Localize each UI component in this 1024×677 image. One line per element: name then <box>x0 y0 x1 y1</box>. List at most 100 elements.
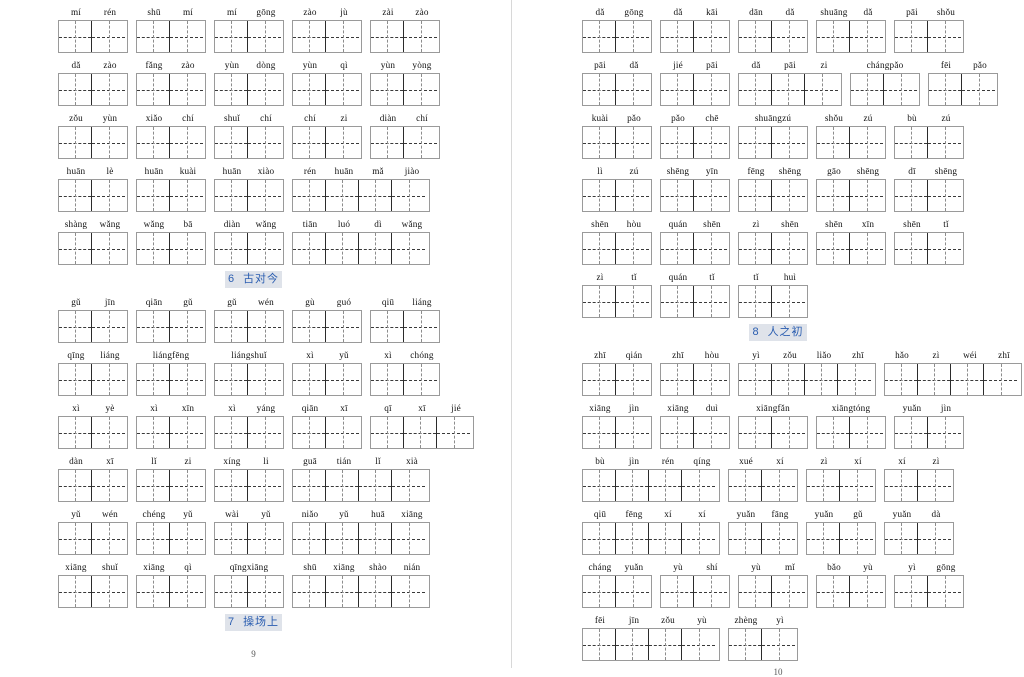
grid-cell[interactable] <box>772 21 805 52</box>
grid-cell[interactable] <box>918 364 951 395</box>
character-grid[interactable] <box>728 469 798 502</box>
grid-cell[interactable] <box>248 127 281 158</box>
grid-cell[interactable] <box>762 629 795 660</box>
character-grid[interactable] <box>136 522 206 555</box>
character-grid[interactable] <box>214 363 284 396</box>
grid-cell[interactable] <box>682 470 715 501</box>
grid-cell[interactable] <box>215 417 248 448</box>
grid-cell[interactable] <box>616 286 649 317</box>
grid-cell[interactable] <box>729 523 762 554</box>
character-grid[interactable] <box>806 522 876 555</box>
character-grid[interactable] <box>58 179 128 212</box>
grid-cell[interactable] <box>293 417 326 448</box>
grid-cell[interactable] <box>293 470 326 501</box>
grid-cell[interactable] <box>895 127 928 158</box>
grid-cell[interactable] <box>371 311 404 342</box>
grid-cell[interactable] <box>616 470 649 501</box>
character-grid[interactable] <box>370 310 440 343</box>
character-grid[interactable] <box>738 20 808 53</box>
character-grid[interactable] <box>136 469 206 502</box>
grid-cell[interactable] <box>895 233 928 264</box>
grid-cell[interactable] <box>649 470 682 501</box>
grid-cell[interactable] <box>661 180 694 211</box>
grid-cell[interactable] <box>293 74 326 105</box>
grid-cell[interactable] <box>137 523 170 554</box>
grid-cell[interactable] <box>694 74 727 105</box>
character-grid[interactable] <box>214 126 284 159</box>
character-grid[interactable] <box>58 575 128 608</box>
character-grid[interactable] <box>214 232 284 265</box>
character-grid[interactable] <box>58 126 128 159</box>
grid-cell[interactable] <box>170 470 203 501</box>
grid-cell[interactable] <box>215 576 248 607</box>
character-grid[interactable] <box>370 126 440 159</box>
grid-cell[interactable] <box>248 417 281 448</box>
character-grid[interactable] <box>136 232 206 265</box>
grid-cell[interactable] <box>895 21 928 52</box>
character-grid[interactable] <box>728 628 798 661</box>
character-grid[interactable] <box>582 575 652 608</box>
character-grid[interactable] <box>58 232 128 265</box>
character-grid[interactable] <box>582 522 720 555</box>
grid-cell[interactable] <box>649 523 682 554</box>
grid-cell[interactable] <box>59 576 92 607</box>
grid-cell[interactable] <box>583 127 616 158</box>
grid-cell[interactable] <box>772 286 805 317</box>
grid-cell[interactable] <box>59 364 92 395</box>
character-grid[interactable] <box>58 20 128 53</box>
character-grid[interactable] <box>582 20 652 53</box>
character-grid[interactable] <box>136 73 206 106</box>
character-grid[interactable] <box>582 73 652 106</box>
grid-cell[interactable] <box>404 21 437 52</box>
character-grid[interactable] <box>136 179 206 212</box>
grid-cell[interactable] <box>682 629 715 660</box>
grid-cell[interactable] <box>215 470 248 501</box>
character-grid[interactable] <box>214 179 284 212</box>
grid-cell[interactable] <box>817 233 850 264</box>
character-grid[interactable] <box>136 363 206 396</box>
character-grid[interactable] <box>738 285 808 318</box>
grid-cell[interactable] <box>661 364 694 395</box>
grid-cell[interactable] <box>215 180 248 211</box>
grid-cell[interactable] <box>918 523 951 554</box>
grid-cell[interactable] <box>170 364 203 395</box>
grid-cell[interactable] <box>59 470 92 501</box>
character-grid[interactable] <box>58 73 128 106</box>
grid-cell[interactable] <box>170 233 203 264</box>
grid-cell[interactable] <box>92 127 125 158</box>
grid-cell[interactable] <box>326 311 359 342</box>
grid-cell[interactable] <box>850 21 883 52</box>
grid-cell[interactable] <box>59 180 92 211</box>
character-grid[interactable] <box>214 20 284 53</box>
grid-cell[interactable] <box>583 74 616 105</box>
grid-cell[interactable] <box>851 74 884 105</box>
character-grid[interactable] <box>660 20 730 53</box>
grid-cell[interactable] <box>293 311 326 342</box>
grid-cell[interactable] <box>248 576 281 607</box>
grid-cell[interactable] <box>694 233 727 264</box>
grid-cell[interactable] <box>137 576 170 607</box>
grid-cell[interactable] <box>92 74 125 105</box>
grid-cell[interactable] <box>772 364 805 395</box>
grid-cell[interactable] <box>59 417 92 448</box>
grid-cell[interactable] <box>928 127 961 158</box>
grid-cell[interactable] <box>371 127 404 158</box>
grid-cell[interactable] <box>928 180 961 211</box>
grid-cell[interactable] <box>772 180 805 211</box>
grid-cell[interactable] <box>817 21 850 52</box>
grid-cell[interactable] <box>850 417 883 448</box>
grid-cell[interactable] <box>895 180 928 211</box>
grid-cell[interactable] <box>817 576 850 607</box>
grid-cell[interactable] <box>850 233 883 264</box>
character-grid[interactable] <box>292 522 430 555</box>
grid-cell[interactable] <box>371 364 404 395</box>
grid-cell[interactable] <box>293 364 326 395</box>
character-grid[interactable] <box>816 232 886 265</box>
grid-cell[interactable] <box>248 233 281 264</box>
character-grid[interactable] <box>214 575 284 608</box>
character-grid[interactable] <box>894 179 964 212</box>
character-grid[interactable] <box>136 310 206 343</box>
grid-cell[interactable] <box>805 364 838 395</box>
grid-cell[interactable] <box>739 576 772 607</box>
grid-cell[interactable] <box>616 21 649 52</box>
